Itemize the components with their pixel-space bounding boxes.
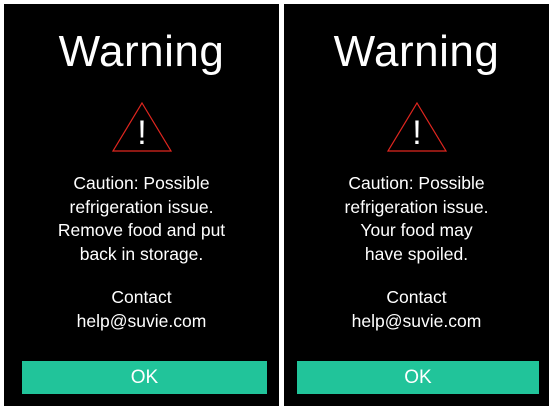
- ok-button[interactable]: OK: [297, 361, 539, 394]
- exclamation-glyph: !: [412, 114, 421, 152]
- message-line: have spoiled.: [364, 243, 469, 264]
- message-line: Your food may: [360, 220, 473, 240]
- message-line: refrigeration issue.: [69, 196, 214, 217]
- contact-info: Contact help@suvie.com: [284, 286, 549, 333]
- ok-button[interactable]: OK: [22, 361, 267, 394]
- message-line: Caution: Possible: [348, 173, 485, 193]
- warning-triangle-icon: !: [111, 102, 172, 152]
- contact-label: Contact: [386, 287, 447, 307]
- message-line: back in storage.: [79, 243, 204, 264]
- warning-screen-refrigeration-remove-food: Warning ! Caution: Possible refrigeratio…: [4, 4, 279, 406]
- warning-screen-refrigeration-food-spoiled: Warning ! Caution: Possible refrigeratio…: [284, 4, 549, 406]
- contact-email: help@suvie.com: [76, 310, 207, 331]
- message-line: Caution: Possible: [73, 173, 210, 193]
- screenshot-canvas: Warning ! Caution: Possible refrigeratio…: [0, 0, 549, 409]
- warning-title: Warning: [58, 27, 225, 76]
- caution-message: Caution: Possible refrigeration issue. R…: [4, 172, 279, 266]
- contact-info: Contact help@suvie.com: [4, 286, 279, 333]
- warning-title: Warning: [333, 27, 500, 76]
- contact-label: Contact: [111, 287, 172, 307]
- exclamation-glyph: !: [137, 114, 146, 152]
- message-line: refrigeration issue.: [344, 196, 489, 217]
- caution-message: Caution: Possible refrigeration issue. Y…: [284, 172, 549, 266]
- message-line: Remove food and put: [57, 220, 226, 240]
- warning-triangle-icon: !: [386, 102, 447, 152]
- contact-email: help@suvie.com: [351, 310, 482, 331]
